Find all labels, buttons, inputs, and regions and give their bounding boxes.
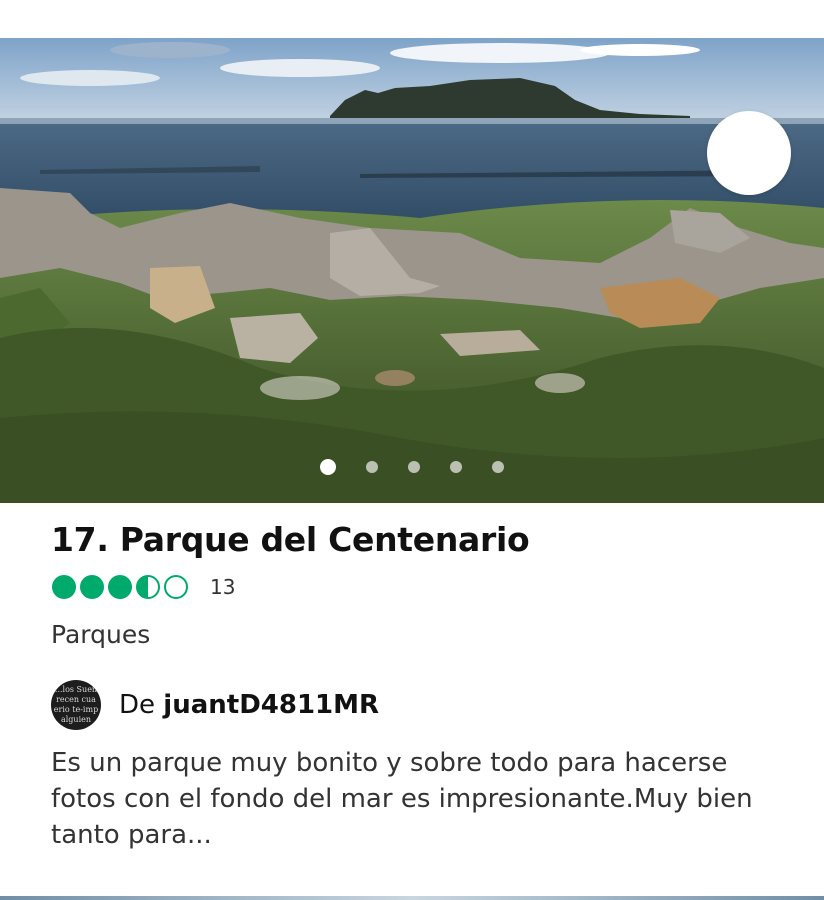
avatar-text-line: erio te-imp (53, 705, 99, 714)
carousel-dot[interactable] (408, 461, 420, 473)
rating-bubble-empty (164, 575, 188, 599)
rating-bubble-full (80, 575, 104, 599)
rating-bubbles (52, 575, 188, 599)
author-line: De juantD4811MR (119, 690, 379, 720)
review-snippet[interactable]: Es un parque muy bonito y sobre todo par… (51, 745, 791, 853)
avatar-text-line: alguien (60, 715, 92, 724)
heart-icon (707, 111, 824, 503)
carousel-indicator[interactable] (0, 458, 824, 476)
rating-bubble-full (108, 575, 132, 599)
attraction-title[interactable]: 17. Parque del Centenario (51, 520, 530, 559)
photo-illustration (0, 38, 824, 503)
avatar[interactable]: ...los Sueñ recen cua erio te-imp alguie… (51, 680, 101, 730)
carousel-dot[interactable] (492, 461, 504, 473)
carousel-dot[interactable] (366, 461, 378, 473)
rating-row[interactable]: 13 (52, 575, 235, 599)
author-prefix: De (119, 690, 156, 720)
avatar-text-line: ...los Sueñ (54, 685, 98, 694)
attraction-photo[interactable] (0, 38, 824, 503)
review-author[interactable]: ...los Sueñ recen cua erio te-imp alguie… (51, 680, 379, 730)
avatar-text-line: recen cua (56, 695, 96, 704)
author-name[interactable]: juantD4811MR (163, 690, 379, 720)
rating-bubble-half (136, 575, 160, 599)
favorite-button[interactable] (707, 111, 791, 195)
next-card-edge (0, 896, 824, 900)
review-count: 13 (210, 575, 236, 599)
category-label: Parques (51, 620, 151, 649)
carousel-dot[interactable] (450, 461, 462, 473)
rating-bubble-full (52, 575, 76, 599)
carousel-dot[interactable] (320, 459, 336, 475)
